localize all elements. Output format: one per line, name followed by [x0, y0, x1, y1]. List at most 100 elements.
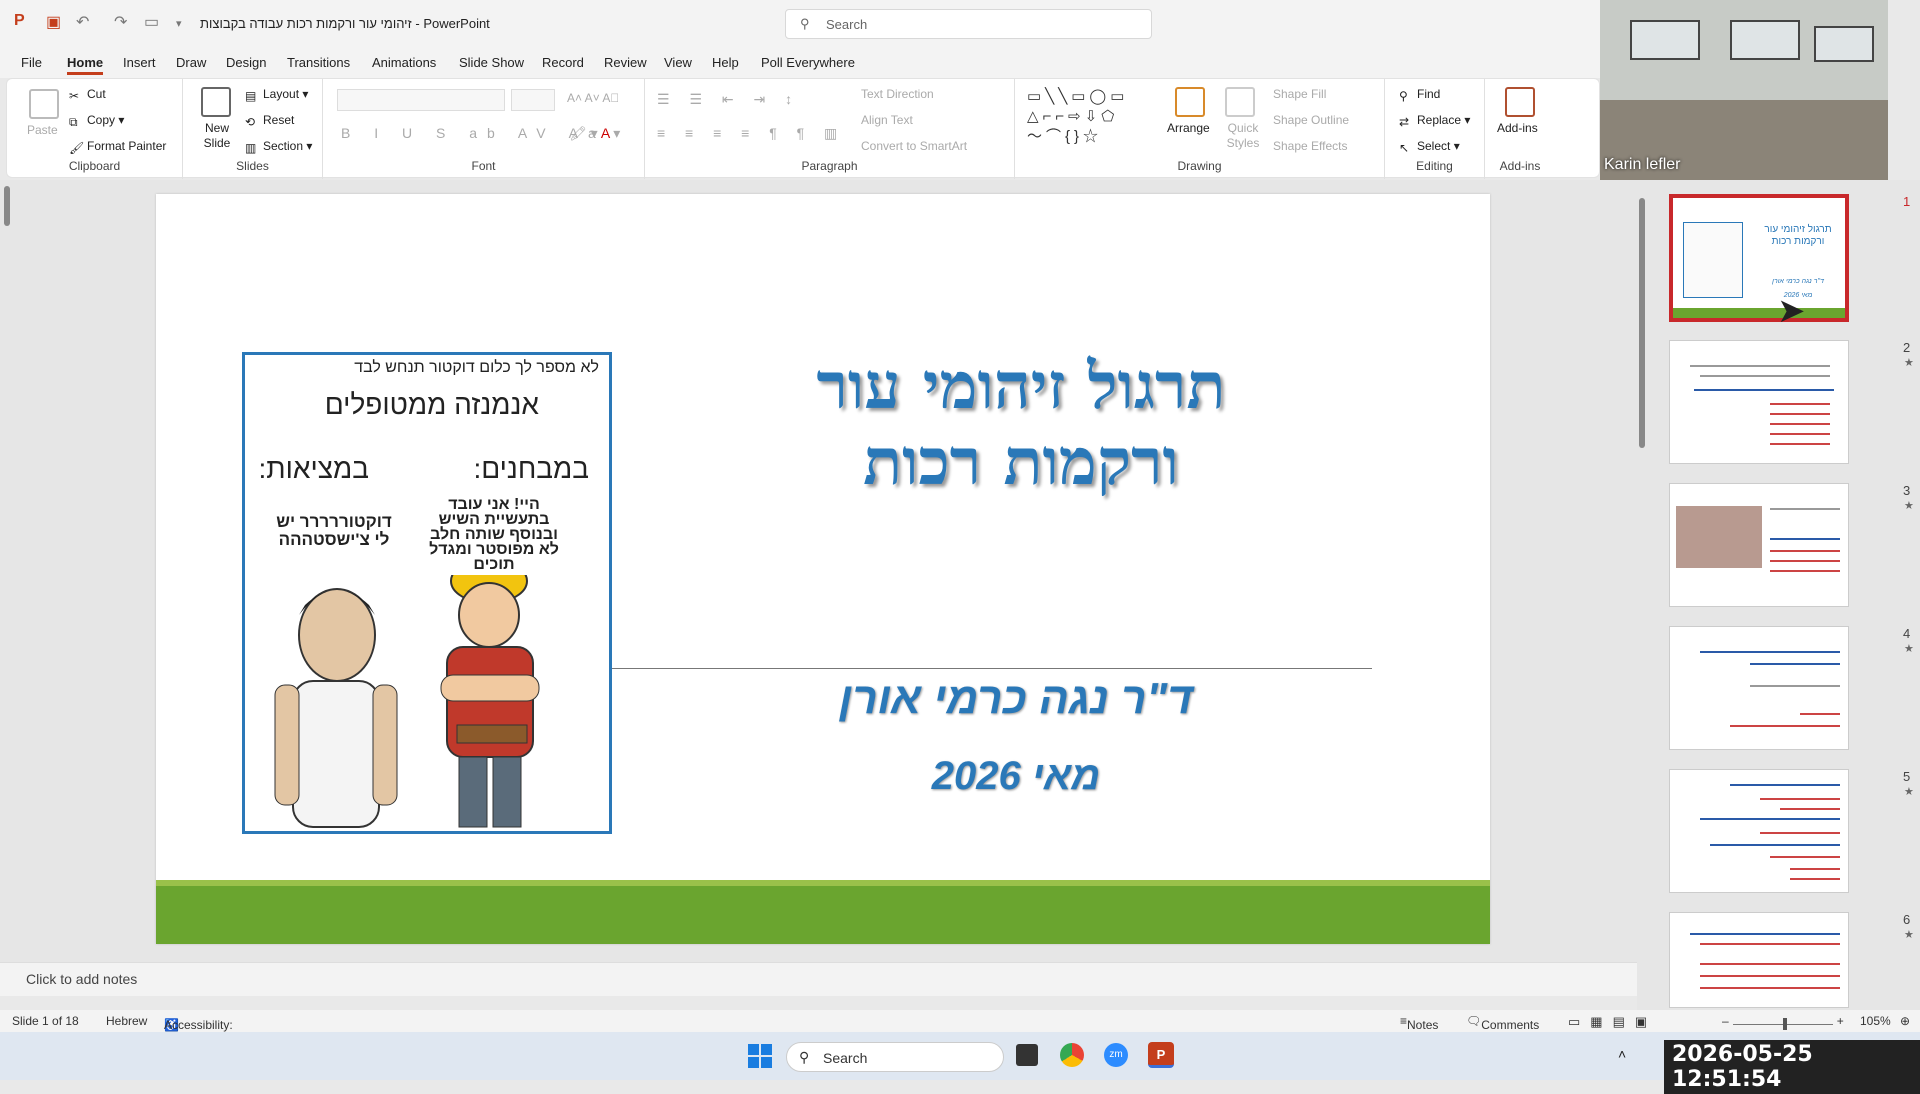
reset-button[interactable]: ⟲ Reset: [245, 113, 294, 129]
zoom-app-icon[interactable]: zm: [1104, 1043, 1128, 1067]
language-indicator[interactable]: Hebrew: [106, 1014, 147, 1028]
undo-icon[interactable]: ↶: [76, 12, 89, 32]
save-icon[interactable]: ▣: [46, 12, 61, 32]
tab-slide-show[interactable]: Slide Show: [459, 55, 524, 70]
section-button[interactable]: ▥ Section ▾: [245, 139, 312, 155]
reset-icon: ⟲: [245, 115, 256, 129]
thumbnail-slide-6[interactable]: [1669, 912, 1849, 1008]
slide-title[interactable]: תרגול זיהומי עור ורקמות רכות: [736, 349, 1306, 501]
classroom-screen: [1630, 20, 1700, 60]
shape-fill-button[interactable]: Shape Fill: [1273, 87, 1326, 101]
tab-help[interactable]: Help: [712, 55, 739, 70]
shapes-gallery[interactable]: ▭╲╲▭◯▭ △⌐⌐⇨⇩⬠ 〜⌒{}☆: [1027, 87, 1157, 149]
select-button[interactable]: ↖ Select ▾: [1399, 139, 1460, 155]
tray-chevron-icon[interactable]: ˄: [1618, 1046, 1626, 1062]
tab-insert[interactable]: Insert: [123, 55, 156, 70]
addins-button[interactable]: Add-ins: [1497, 121, 1538, 135]
tab-animations[interactable]: Animations: [372, 55, 436, 70]
tab-draw[interactable]: Draw: [176, 55, 206, 70]
powerpoint-taskbar-icon[interactable]: P: [1148, 1042, 1174, 1068]
taskbar-search-label: Search: [823, 1050, 868, 1066]
chrome-icon[interactable]: [1060, 1043, 1084, 1067]
thumbnail-slide-4[interactable]: [1669, 626, 1849, 750]
animation-star-icon: ★: [1904, 357, 1914, 369]
copy-button[interactable]: ⧉ Copy ▾: [69, 113, 124, 129]
align-icons[interactable]: ≡ ≡ ≡ ≡ ¶ ¶ ▥: [657, 125, 845, 142]
arrange-button[interactable]: Arrange: [1167, 121, 1210, 135]
file-explorer-icon[interactable]: [1016, 1044, 1038, 1066]
shape-outline-button[interactable]: Shape Outline: [1273, 113, 1349, 127]
paste-button[interactable]: Paste: [27, 123, 58, 137]
font-color-icons[interactable]: 🖍 ▾ A ▾: [569, 125, 620, 142]
new-slide-button[interactable]: New Slide: [195, 121, 239, 151]
tab-file[interactable]: File: [21, 55, 42, 70]
tab-transitions[interactable]: Transitions: [287, 55, 350, 70]
text-direction-button[interactable]: Text Direction: [861, 87, 934, 101]
image-top-caption: לא מספר לך כלום דוקטור תנחש לבד: [354, 359, 599, 376]
tab-home[interactable]: Home: [67, 55, 104, 75]
present-icon[interactable]: ▭: [144, 12, 159, 32]
participant-name: Karin lefler: [1604, 156, 1681, 173]
taskbar-search[interactable]: ⚲ Search: [786, 1042, 1004, 1072]
notes-toggle[interactable]: ≡ Notes: [1400, 1014, 1438, 1032]
layout-button[interactable]: ▤ Layout ▾: [245, 87, 308, 103]
notes-pane[interactable]: Click to add notes: [0, 962, 1637, 996]
slides-label: Slides: [236, 159, 269, 173]
thumbnail-slide-5[interactable]: [1669, 769, 1849, 893]
anamnesis-image[interactable]: לא מספר לך כלום דוקטור תנחש לבד אנמנזה מ…: [242, 352, 612, 834]
scroll-thumb[interactable]: [4, 186, 10, 226]
taskbar-search-icon: ⚲: [799, 1049, 810, 1065]
thumb-scrollbar[interactable]: [1637, 188, 1647, 1008]
format-painter-button[interactable]: 🖌 Format Painter: [69, 139, 166, 155]
ribbon: Paste ✂ Cut ⧉ Copy ▾ 🖌 Format Painter Clipb…: [6, 78, 1600, 179]
zoom-level[interactable]: 105%: [1860, 1014, 1891, 1028]
cut-button[interactable]: ✂ Cut: [69, 87, 106, 103]
shape-effects-button[interactable]: Shape Effects: [1273, 139, 1348, 153]
tab-view[interactable]: View: [664, 55, 692, 70]
font-family-select[interactable]: [337, 89, 505, 111]
slide-canvas[interactable]: לא מספר לך כלום דוקטור תנחש לבד אנמנזה מ…: [156, 194, 1490, 944]
left-scrollbar[interactable]: [0, 180, 16, 940]
format-painter-label: Format Painter: [87, 139, 167, 153]
thumb-number: 1: [1903, 194, 1911, 209]
grow-font-icon[interactable]: A˄ A˅ A⃠: [567, 91, 619, 105]
thumb-photo: [1676, 506, 1762, 568]
find-button[interactable]: ⚲ Find: [1399, 87, 1440, 103]
align-text-button[interactable]: Align Text: [861, 113, 913, 127]
zoom-slider[interactable]: – +: [1722, 1014, 1844, 1030]
customize-qat-icon[interactable]: ▾: [176, 17, 182, 30]
thumb-number: 6: [1903, 912, 1911, 927]
image-heading: אנמנזה ממטופלים: [324, 389, 539, 420]
tab-design[interactable]: Design: [226, 55, 266, 70]
quick-styles-button[interactable]: Quick Styles: [1223, 121, 1263, 151]
list-icons[interactable]: ☰ ☰ ⇤ ⇥ ↕: [657, 91, 800, 108]
thumb-author: ד"ר נגה כרמי אורן: [1772, 278, 1824, 285]
thumbnail-slide-3[interactable]: [1669, 483, 1849, 607]
thumb-scroll-thumb[interactable]: [1639, 198, 1645, 448]
view-mode-icons[interactable]: ▭▦▤▣: [1568, 1014, 1657, 1030]
windows-start-icon[interactable]: [748, 1044, 772, 1068]
title-divider: [612, 668, 1372, 669]
redo-icon[interactable]: ↷: [114, 12, 127, 32]
text-format-icons[interactable]: B I U S ab AV Aa: [341, 125, 606, 141]
replace-button[interactable]: ⇄ Replace ▾: [1399, 113, 1470, 129]
tab-review[interactable]: Review: [604, 55, 647, 70]
thumbnail-slide-1[interactable]: תרגול זיהומי עור ורקמות רכות ד"ר נגה כרמ…: [1669, 194, 1849, 328]
comments-toggle[interactable]: 🗨 Comments: [1466, 1014, 1539, 1032]
search-placeholder: Search: [826, 17, 868, 32]
slide-date[interactable]: מאי 2026: [716, 754, 1316, 799]
thumb-number: 4: [1903, 626, 1911, 641]
search-input[interactable]: ⚲ Search: [785, 9, 1152, 39]
search-icon: ⚲: [800, 16, 810, 31]
animation-star-icon: ★: [1904, 643, 1914, 655]
fit-slide-icon[interactable]: ⊕: [1900, 1014, 1910, 1028]
tab-record[interactable]: Record: [542, 55, 584, 70]
font-size-select[interactable]: [511, 89, 555, 111]
tab-poll-everywhere[interactable]: Poll Everywhere: [761, 55, 855, 70]
thumbnail-slide-2[interactable]: [1669, 340, 1849, 464]
clipboard-label: Clipboard: [68, 159, 121, 173]
convert-smartart-button[interactable]: Convert to SmartArt: [861, 139, 967, 153]
video-feed[interactable]: Karin lefler: [1600, 0, 1888, 180]
addins-icon: [1505, 87, 1535, 117]
slide-author[interactable]: ד"ר נגה כרמי אורן: [716, 674, 1316, 724]
